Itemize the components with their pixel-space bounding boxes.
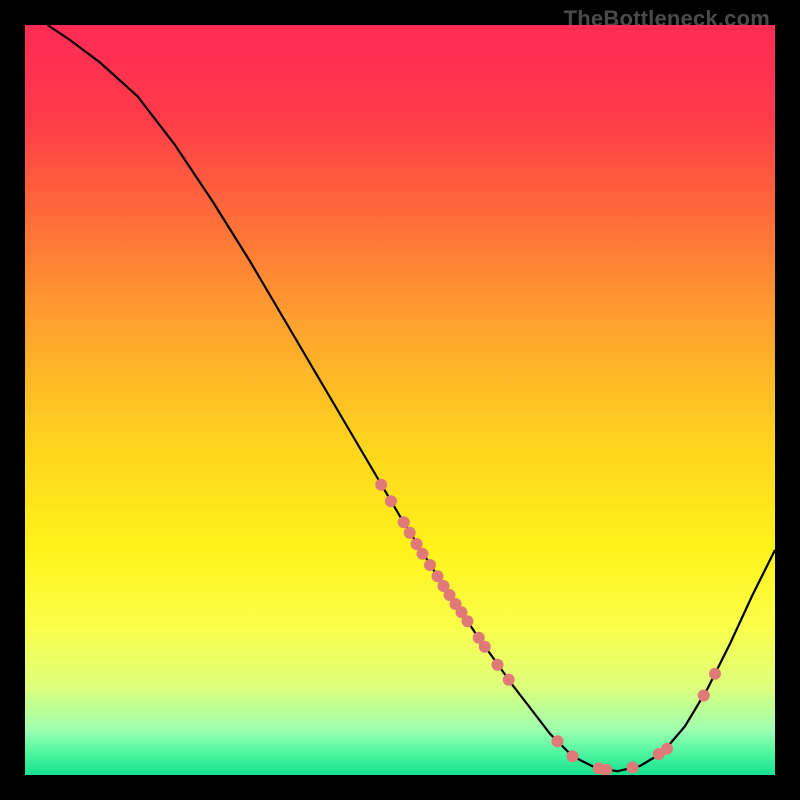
scatter-point: [385, 495, 397, 507]
scatter-point: [709, 668, 721, 680]
scatter-point: [398, 516, 410, 528]
scatter-point: [503, 674, 515, 686]
scatter-point: [567, 750, 579, 762]
bottleneck-chart: [25, 25, 775, 775]
scatter-point: [417, 548, 429, 560]
scatter-point: [424, 559, 436, 571]
scatter-point: [479, 641, 491, 653]
chart-background: [25, 25, 775, 775]
scatter-point: [404, 527, 416, 539]
scatter-point: [492, 659, 504, 671]
scatter-point: [375, 479, 387, 491]
scatter-point: [462, 615, 474, 627]
chart-container: [25, 25, 775, 775]
scatter-point: [698, 690, 710, 702]
scatter-point: [627, 762, 639, 774]
scatter-point: [552, 735, 564, 747]
scatter-point: [661, 743, 673, 755]
